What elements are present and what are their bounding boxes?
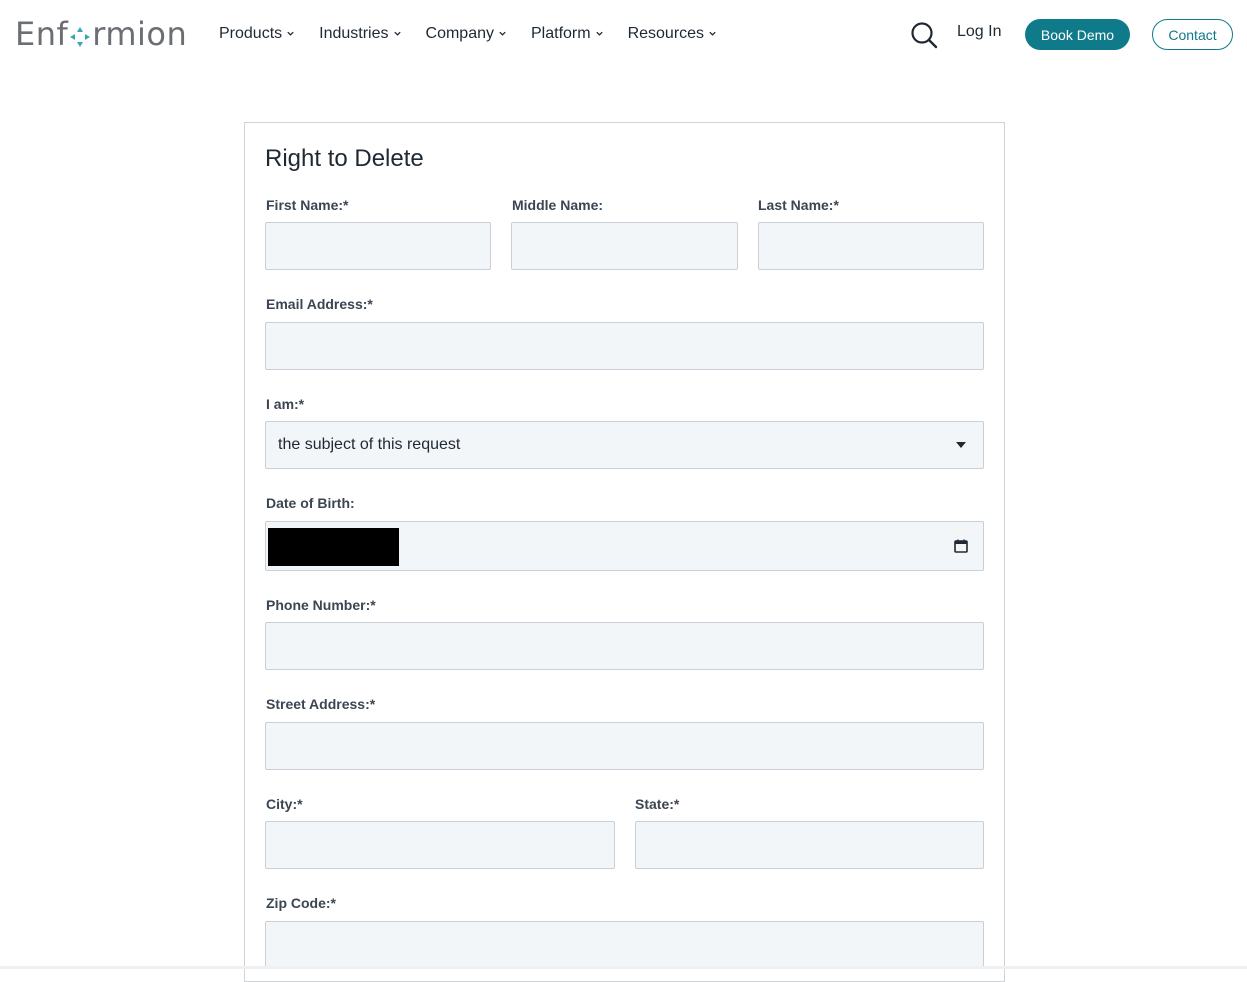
i-am-label: I am:* [266,396,305,412]
nav-company[interactable]: Company [426,22,507,46]
city-input[interactable] [265,821,615,869]
logo-text-right: rmion [92,15,188,53]
nav-products[interactable]: Products [219,22,295,46]
chevron-down-icon [709,31,716,36]
logo-text-left: Enf [15,15,69,53]
first-name-input[interactable] [265,222,491,270]
contact-button[interactable]: Contact [1152,19,1233,50]
nav-resources-label: Resources [627,25,705,42]
zip-input[interactable] [265,921,984,969]
i-am-selected-value: the subject of this request [278,436,461,453]
nav-industries[interactable]: Industries [319,22,401,46]
last-name-label: Last Name:* [758,197,839,213]
i-am-select[interactable]: the subject of this request [265,421,984,469]
form-title: Right to Delete [265,145,424,172]
city-label: City:* [266,796,303,812]
phone-input[interactable] [265,622,984,670]
street-input[interactable] [265,722,984,770]
login-link[interactable]: Log In [957,23,1001,41]
dob-input[interactable] [265,521,984,571]
chevron-down-icon [393,31,401,36]
middle-name-label: Middle Name: [512,197,604,213]
redacted-value [268,528,399,566]
enformion-logo[interactable]: Enf rmion [15,14,187,54]
nav-platform[interactable]: Platform [531,22,604,46]
state-input[interactable] [635,821,984,869]
nav-company-label: Company [425,25,494,42]
nav-products-label: Products [219,25,283,42]
nav-resources[interactable]: Resources [628,22,717,46]
dob-label: Date of Birth: [266,495,355,511]
phone-label: Phone Number:* [266,597,376,613]
email-input[interactable] [265,322,984,370]
right-to-delete-form: Right to Delete First Name:* Middle Name… [244,122,1005,982]
middle-name-input[interactable] [511,222,738,270]
email-label: Email Address:* [266,296,373,312]
search-icon[interactable] [910,21,938,49]
main-nav: Products Industries Company Platform Res… [219,22,741,46]
zip-label: Zip Code:* [266,895,336,911]
last-name-input[interactable] [758,222,984,270]
book-demo-button[interactable]: Book Demo [1025,19,1130,50]
state-label: State:* [635,796,680,812]
site-header: Enf rmion Products Industries Company Pl… [0,0,1247,70]
street-label: Street Address:* [266,696,376,712]
logo-mark-icon [70,27,91,47]
chevron-down-icon [287,31,294,36]
chevron-down-icon [595,31,603,36]
nav-platform-label: Platform [531,25,591,42]
first-name-label: First Name:* [266,197,349,213]
nav-industries-label: Industries [319,25,389,42]
chevron-down-icon [499,31,506,36]
caret-down-icon [956,442,966,448]
calendar-icon[interactable] [954,539,968,553]
